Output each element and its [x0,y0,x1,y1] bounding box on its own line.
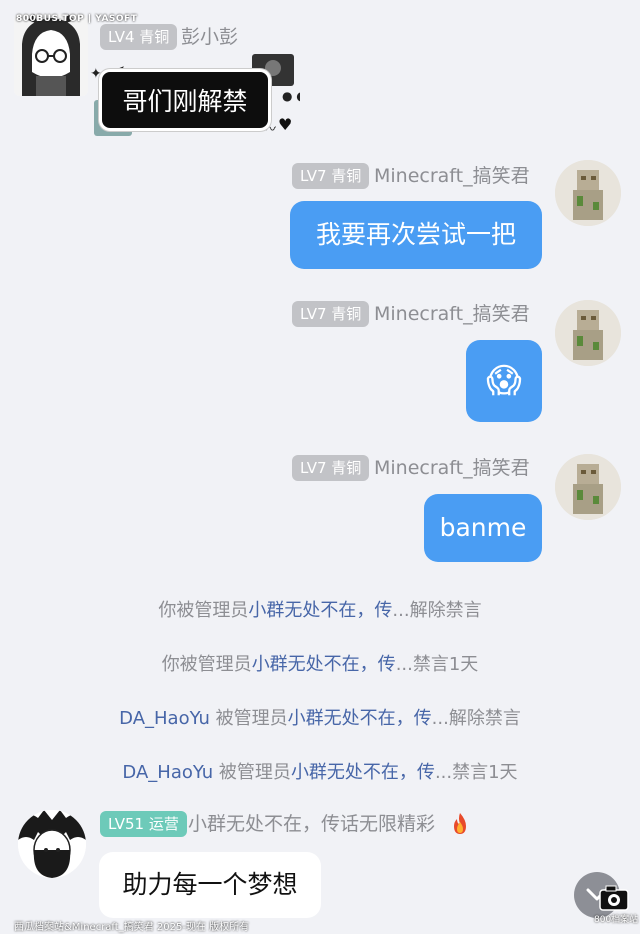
system-notice: 你被管理员小群无处不在，传...解除禁言 [0,598,640,624]
level-badge: LV7 青铜 [292,163,370,189]
logo-text: 800档案站 [594,915,639,925]
system-notice: 你被管理员小群无处不在，传...禁言1天 [0,652,640,678]
sticker-text: 哥们刚解禁 [102,72,268,128]
level-badge: LV4 青铜 [100,24,178,50]
level-badge: LV7 青铜 [292,455,370,481]
notice-text: ...禁言1天 [434,762,518,783]
avatar-illustration [14,14,88,96]
sender-name[interactable]: 彭小彭 [181,24,238,50]
level-badge: LV7 青铜 [292,301,370,327]
member-name-link[interactable]: DA_HaoYu [122,762,213,783]
avatar-illustration [18,810,86,878]
avatar-minecraft-golem[interactable] [555,300,621,366]
sender-name[interactable]: Minecraft_搞笑君 [374,301,530,327]
emoji-message-bubble[interactable]: 😱 [466,340,542,422]
admin-name-link[interactable]: 小群无处不在，传 [248,600,392,621]
message-bubble[interactable]: banme [424,494,542,562]
notice-text: 被管理员 [209,708,288,729]
avatar-bot[interactable] [18,810,86,878]
svg-text:✦: ✦ [90,66,102,82]
sender-name[interactable]: Minecraft_搞笑君 [374,163,530,189]
golem-illustration [555,300,621,366]
sticker-message[interactable]: ✦ 〰 ♥ ● ● 哥们刚解禁 [88,54,300,140]
sender-name[interactable]: 小群无处不在，传话无限精彩 [188,811,435,837]
avatar-minecraft-golem[interactable] [555,160,621,226]
avatar-minecraft-golem[interactable] [555,454,621,520]
system-notice: DA_HaoYu 被管理员小群无处不在，传...解除禁言 [0,706,640,732]
admin-name-link[interactable]: 小群无处不在，传 [291,762,435,783]
avatar-anime-girl[interactable] [14,14,88,96]
message-bubble[interactable]: 我要再次尝试一把 [290,201,542,269]
message-bubble[interactable]: 助力每一个梦想 [99,852,321,918]
svg-text:● ●: ● ● [282,89,300,103]
admin-name-link[interactable]: 小群无处不在，传 [288,708,432,729]
notice-text: ...禁言1天 [395,654,479,675]
notice-text: ...解除禁言 [392,600,482,621]
golem-illustration [555,454,621,520]
svg-text:♥: ♥ [278,115,292,134]
fire-icon [454,813,466,834]
sender-name[interactable]: Minecraft_搞笑君 [374,455,530,481]
notice-text: 你被管理员 [161,654,252,675]
notice-text: ...解除禁言 [431,708,521,729]
notice-text: 你被管理员 [158,600,249,621]
level-badge: LV51 运营 [100,811,187,837]
system-notice: DA_HaoYu 被管理员小群无处不在，传...禁言1天 [0,760,640,786]
watermark-top: 800BUS.TOP | YASOFT [16,14,138,24]
golem-illustration [555,160,621,226]
notice-text: 被管理员 [213,762,291,783]
member-name-link[interactable]: DA_HaoYu [119,708,210,729]
admin-name-link[interactable]: 小群无处不在，传 [252,654,396,675]
watermark-bottom: 西瓜档案站&Minecraft_搞笑君 2025-现在 版权所有 [14,922,250,933]
